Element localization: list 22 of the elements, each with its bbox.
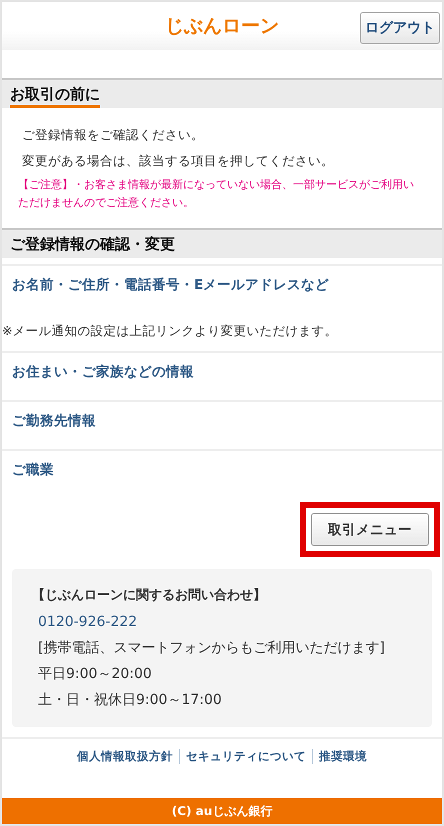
contact-text: 土・日・祝休日9:00～17:00	[38, 691, 223, 710]
logout-button[interactable]: ログアウト	[360, 12, 440, 44]
menu-button[interactable]: 取引メニュー	[311, 513, 429, 546]
contact-text: 平日9:00～20:00	[38, 665, 153, 684]
contact-text: [携帯電話、スマートフォンからもご利用いただけます]	[38, 639, 386, 658]
instruction-text: 変更がある場合は、該当する項目を押してください。	[22, 152, 335, 170]
footer-link[interactable]: 推奨環境	[312, 748, 367, 764]
logo: じぶんローン	[165, 14, 279, 39]
note-text: ※メール通知の設定は上記リンクより変更いただけます。	[2, 322, 338, 340]
footer-link[interactable]: セキュリティについて	[179, 748, 306, 764]
section-title: お取引の前に	[10, 85, 100, 108]
notice-text: 【ご注意】・お客さま情報が最新になっていない場合、一部サービスがご利用いただけませんのでご注意ください。	[18, 177, 415, 211]
section-title: ご登録情報の確認・変更	[10, 235, 175, 255]
settings-link[interactable]: お名前・ご住所・電話番号・Eメールアドレスなど	[2, 266, 340, 294]
settings-link[interactable]: ご勤務先情報	[2, 402, 106, 430]
contact-title: 【じぶんローンに関するお問い合わせ】	[32, 587, 267, 605]
settings-link[interactable]: お住まい・ご家族などの情報	[2, 353, 204, 381]
phone-link[interactable]: 0120-926-222	[38, 609, 392, 635]
copyright-bar: (C) auじぶん銀行	[2, 798, 442, 824]
footer-link[interactable]: 個人情報取扱方針	[77, 748, 173, 764]
settings-link[interactable]: ご職業	[2, 451, 64, 479]
instruction-text: ご登録情報をご確認ください。	[22, 126, 205, 144]
